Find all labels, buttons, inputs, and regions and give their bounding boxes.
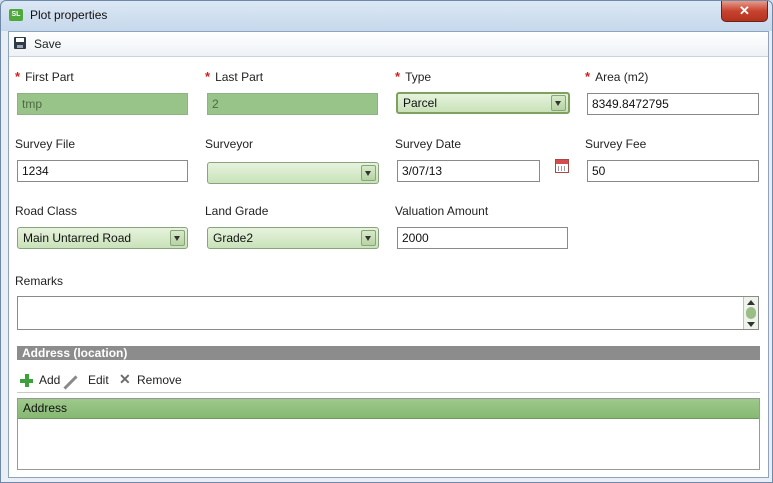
divider <box>17 392 760 393</box>
toolbar: Save <box>9 32 768 57</box>
required-marker: * <box>585 69 591 84</box>
calendar-icon[interactable] <box>555 159 569 173</box>
survey-date-label: Survey Date <box>395 137 462 151</box>
valuation-amount-label: Valuation Amount <box>395 204 489 218</box>
road-class-label: Road Class <box>15 204 78 218</box>
chevron-down-icon[interactable] <box>361 230 376 246</box>
remarks-textarea[interactable] <box>17 296 759 330</box>
surveyor-select[interactable] <box>207 162 379 184</box>
required-marker: * <box>205 69 211 84</box>
survey-fee-label: Survey Fee <box>585 137 647 151</box>
required-marker: * <box>15 69 21 84</box>
area-field[interactable]: 8349.8472795 <box>587 93 759 115</box>
type-value: Parcel <box>403 96 438 110</box>
chevron-down-icon[interactable] <box>361 165 376 181</box>
window-title: Plot properties <box>30 8 108 22</box>
edit-button[interactable]: Edit <box>88 372 109 388</box>
save-icon[interactable] <box>14 37 26 49</box>
add-icon[interactable] <box>20 374 33 387</box>
survey-file-label: Survey File <box>15 137 76 151</box>
title-bar[interactable]: SL Plot properties ✕ <box>1 1 772 31</box>
road-class-value: Main Untarred Road <box>23 231 132 245</box>
address-section-header: Address (location) <box>17 346 760 360</box>
survey-date-field[interactable]: 3/07/13 <box>397 160 540 182</box>
add-button[interactable]: Add <box>39 372 60 388</box>
last-part-field[interactable]: 2 <box>207 93 378 115</box>
land-grade-value: Grade2 <box>213 231 254 245</box>
remove-button[interactable]: Remove <box>137 372 182 388</box>
scroll-up-icon[interactable] <box>747 300 755 305</box>
remove-icon[interactable]: ✕ <box>119 371 131 388</box>
survey-fee-field[interactable]: 50 <box>587 160 759 182</box>
land-grade-label: Land Grade <box>205 204 269 218</box>
remarks-scrollbar[interactable] <box>743 297 758 329</box>
area-label: * Area (m2) <box>585 69 649 84</box>
remarks-label: Remarks <box>15 274 64 288</box>
dialog-content: Save * First Part tmp * Last Part 2 * Type … <box>8 31 769 478</box>
survey-file-field[interactable]: 1234 <box>17 160 188 182</box>
chevron-down-icon[interactable] <box>170 230 185 246</box>
first-part-label: * First Part <box>15 69 74 84</box>
required-marker: * <box>395 69 401 84</box>
pencil-icon[interactable] <box>63 375 78 390</box>
chevron-down-icon[interactable] <box>551 95 566 111</box>
type-select[interactable]: Parcel <box>396 92 570 114</box>
scroll-down-icon[interactable] <box>747 322 755 327</box>
address-table[interactable]: Address <box>17 398 760 470</box>
app-icon: SL <box>9 9 23 21</box>
column-header-address[interactable]: Address <box>18 399 759 419</box>
first-part-field[interactable]: tmp <box>17 93 188 115</box>
surveyor-label: Surveyor <box>205 137 254 151</box>
scroll-thumb[interactable] <box>746 307 756 319</box>
close-button[interactable]: ✕ <box>721 1 768 22</box>
land-grade-select[interactable]: Grade2 <box>207 227 379 249</box>
plot-properties-window: SL Plot properties ✕ Save * First Part tm… <box>0 0 773 483</box>
valuation-amount-field[interactable]: 2000 <box>397 227 568 249</box>
type-label: * Type <box>395 69 432 84</box>
road-class-select[interactable]: Main Untarred Road <box>17 227 188 249</box>
last-part-label: * Last Part <box>205 69 264 84</box>
save-button[interactable]: Save <box>34 37 61 51</box>
